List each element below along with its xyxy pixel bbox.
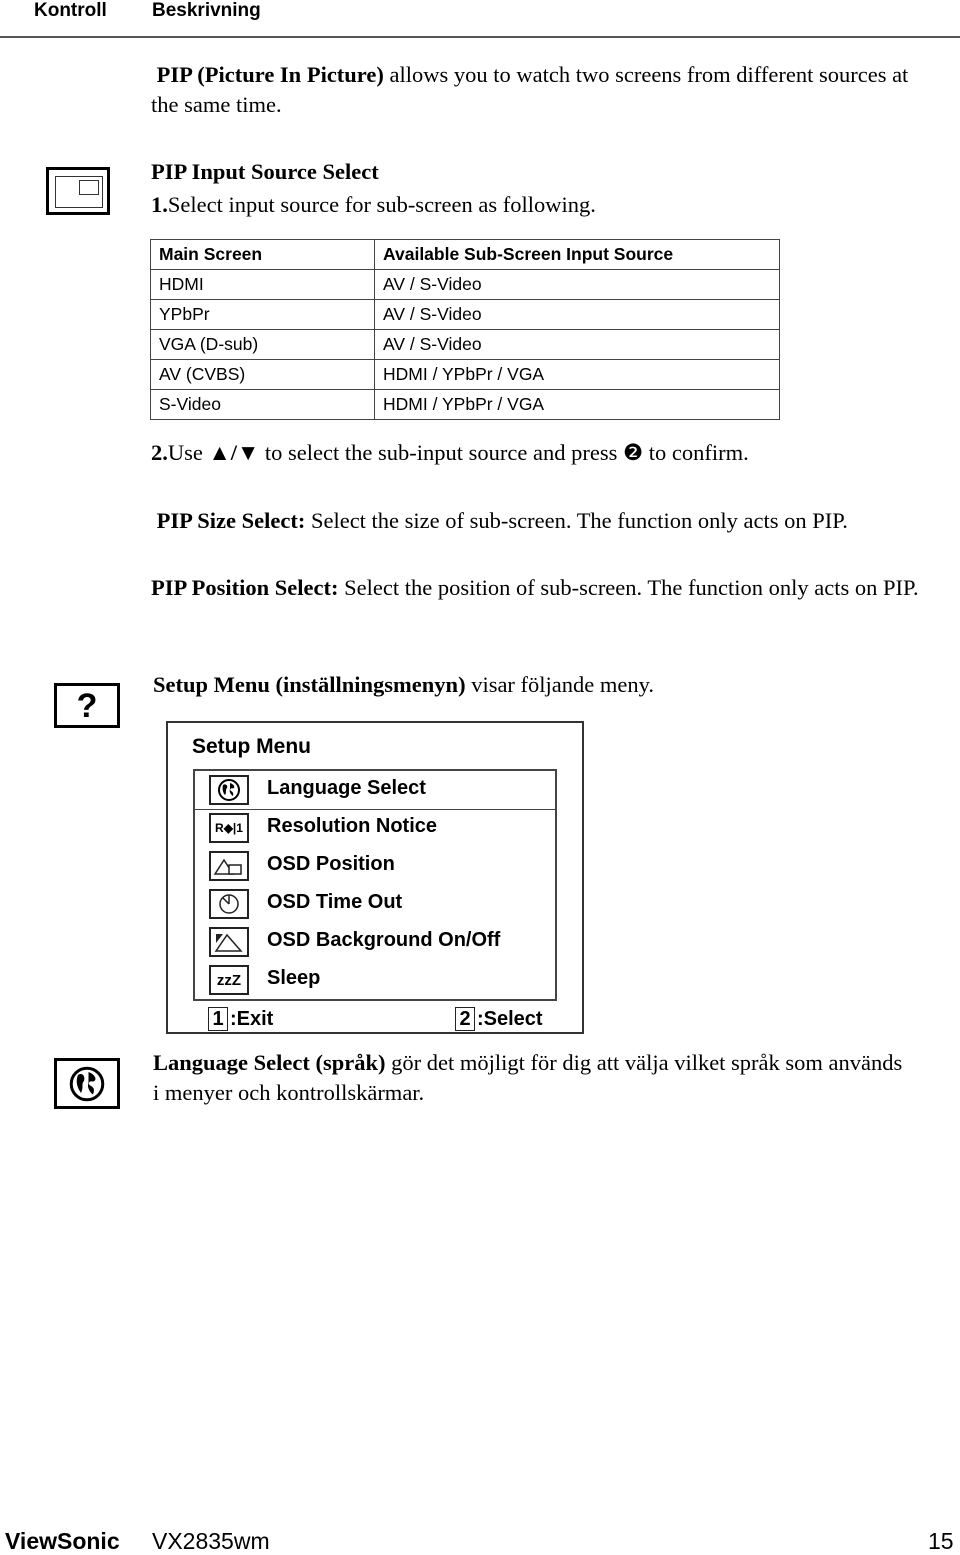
pip-intro-title: PIP (Picture In Picture) [156,62,384,87]
osd-item-label: Language Select [267,777,426,799]
osd-item-label: OSD Background On/Off [267,929,501,951]
key-2-icon: ❷ [622,440,644,465]
step2-text: Use [167,440,209,465]
table-cell: VGA (D-sub) [150,329,375,360]
table-header-main: Main Screen [150,239,375,270]
table-row: S-Video HDMI / YPbPr / VGA [150,389,780,420]
table-row: HDMI AV / S-Video [150,269,780,300]
language-select-title: Language Select (språk) [153,1050,386,1075]
select-label: :Select [477,1008,543,1030]
header-divider [0,36,960,38]
table-cell: AV / S-Video [374,299,780,330]
setup-menu-text: visar följande meny. [465,672,655,697]
osd-menu-list: Language Select R◆|1 Resolution Notice O… [193,769,557,1001]
pip-input-title: PIP Input Source Select [151,159,379,184]
pip-icon [46,167,110,215]
pip-size-text: Select the size of sub-screen. The funct… [305,508,848,533]
table-row: AV (CVBS) HDMI / YPbPr / VGA [150,359,780,390]
table-cell: AV / S-Video [374,329,780,360]
osd-item-osd-background[interactable]: OSD Background On/Off [195,923,555,961]
pip-size-title: PIP Size Select: [156,508,306,533]
osd-menu-title: Setup Menu [192,735,311,758]
key-1-icon: 1 [208,1007,228,1031]
osd-setup-menu: Setup Menu Language Select R◆|1 Resoluti… [166,721,584,1034]
footer-model: VX2835wm [152,1528,270,1554]
table-cell: HDMI [150,269,375,300]
osd-item-osd-time-out[interactable]: OSD Time Out [195,885,555,923]
osd-position-icon [209,851,249,881]
osd-item-label: OSD Position [267,853,395,875]
osd-item-label: Sleep [267,967,321,989]
pip-size-select: PIP Size Select: Select the size of sub-… [151,506,951,536]
table-cell: S-Video [150,389,375,420]
up-down-arrows-icon: ▲/▼ [208,440,260,465]
setup-menu-title: Setup Menu (inställningsmenyn) [153,672,466,697]
step2-number: 2. [151,440,168,465]
setup-menu-description: Setup Menu (inställningsmenyn) visar föl… [153,670,953,700]
column-header-description: Beskrivning [152,0,261,21]
clock-icon [209,889,249,919]
pip-position-title: PIP Position Select: [151,575,339,600]
table-row: VGA (D-sub) AV / S-Video [150,329,780,360]
input-source-table: Main Screen Available Sub-Screen Input S… [150,239,780,420]
table-cell: AV (CVBS) [150,359,375,390]
step2-text: to confirm. [643,440,749,465]
table-header-row: Main Screen Available Sub-Screen Input S… [150,239,780,270]
osd-item-language-select[interactable]: Language Select [195,771,555,810]
step2-text: to select the sub-input source and press [259,440,623,465]
osd-select-hint: 2:Select [455,1007,543,1031]
pip-position-text: Select the position of sub-screen. The f… [338,575,919,600]
pip-input-step2: 2.Use ▲/▼ to select the sub-input source… [151,438,951,468]
question-mark-icon: ? [54,683,120,728]
globe-icon [54,1058,120,1109]
table-row: YPbPr AV / S-Video [150,299,780,330]
osd-item-label: OSD Time Out [267,891,403,913]
page-number: 15 [928,1528,954,1554]
resolution-notice-icon: R◆|1 [209,813,249,843]
osd-item-label: Resolution Notice [267,815,438,837]
table-header-available: Available Sub-Screen Input Source [374,239,780,270]
table-cell: HDMI / YPbPr / VGA [374,389,780,420]
osd-exit-hint: 1:Exit [208,1007,273,1031]
table-cell: HDMI / YPbPr / VGA [374,359,780,390]
globe-icon [209,775,249,805]
pip-position-select: PIP Position Select: Select the position… [151,573,951,603]
pip-intro: PIP (Picture In Picture) allows you to w… [151,60,921,120]
step1-number: 1. [151,192,168,217]
osd-item-resolution-notice[interactable]: R◆|1 Resolution Notice [195,809,555,847]
osd-item-sleep[interactable]: zzZ Sleep [195,961,555,999]
background-icon [209,927,249,957]
osd-item-osd-position[interactable]: OSD Position [195,847,555,885]
table-cell: AV / S-Video [374,269,780,300]
table-cell: YPbPr [150,299,375,330]
exit-label: :Exit [230,1008,274,1030]
step1-text: Select input source for sub-screen as fo… [167,192,596,217]
sleep-icon: zzZ [209,965,249,995]
column-header-control: Kontroll [34,0,107,21]
footer-brand: ViewSonic [5,1528,120,1554]
pip-input-step1: 1.Select input source for sub-screen as … [151,190,951,220]
language-select-description: Language Select (språk) gör det möjligt … [153,1048,913,1108]
key-2-icon: 2 [455,1007,475,1031]
